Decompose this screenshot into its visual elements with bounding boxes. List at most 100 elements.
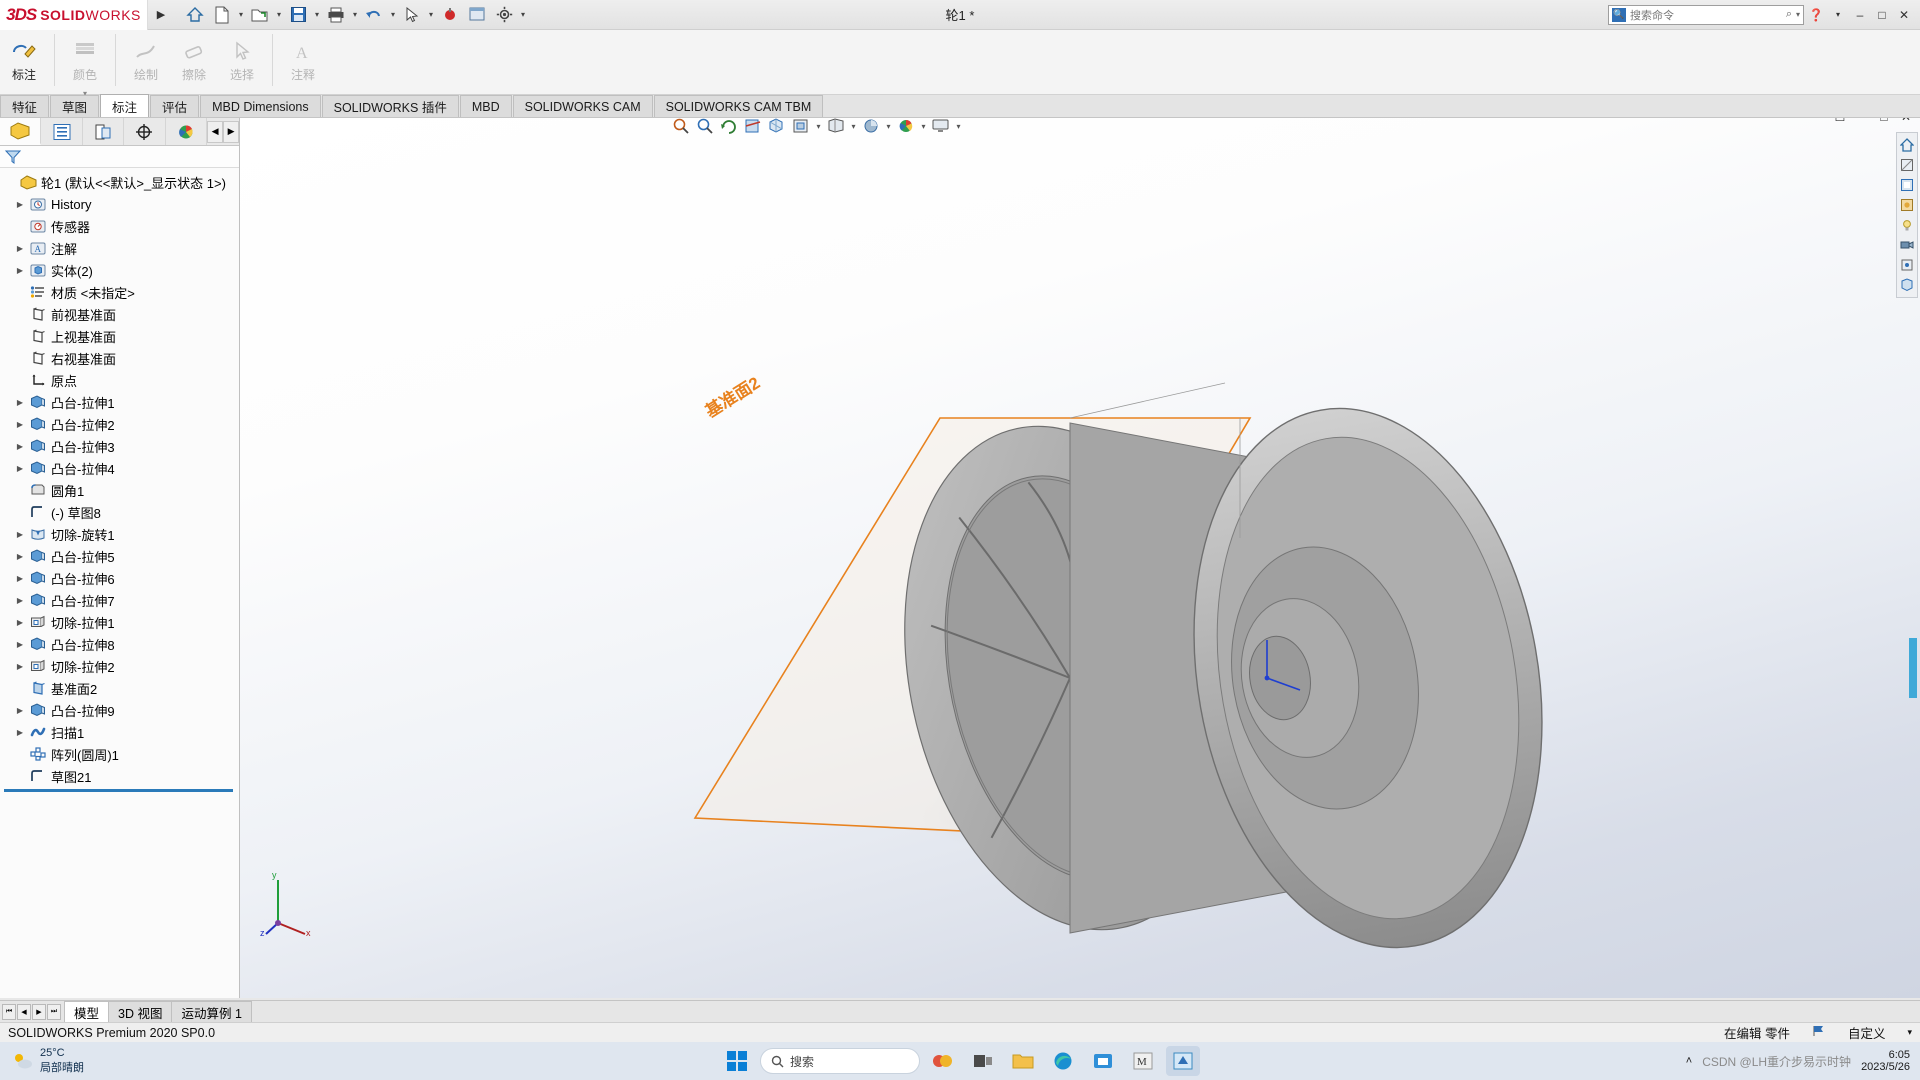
tree-cut-revolve-1-arrow[interactable]: ▶ — [12, 530, 28, 539]
tab-nav-first[interactable]: ⏮ — [2, 1004, 16, 1020]
solidworks-logo[interactable]: 3DS SOLID WORKS — [0, 0, 148, 30]
ribbon-item-erase[interactable]: 擦除 — [170, 34, 218, 82]
tab-solidworks-cam[interactable]: SOLIDWORKS CAM — [513, 95, 653, 117]
tree-fillet-1[interactable]: 圆角1 — [2, 479, 239, 501]
tree-material[interactable]: 材质 <未指定> — [2, 281, 239, 303]
taskbar-search-box[interactable]: 搜索 — [760, 1048, 920, 1074]
rebuild-icon[interactable] — [437, 2, 463, 28]
tree-solid-bodies[interactable]: ▶ 实体(2) — [2, 259, 239, 281]
command-search-box[interactable]: 🔍 搜索命令 ⌕ ▾ — [1608, 5, 1804, 25]
undo-dropdown[interactable]: ▾ — [388, 10, 398, 19]
tab-features[interactable]: 特征 — [0, 95, 49, 117]
display-manager-tab[interactable] — [166, 118, 207, 145]
tree-solid-bodies-arrow[interactable]: ▶ — [12, 266, 28, 275]
select-cursor-dropdown[interactable]: ▾ — [426, 10, 436, 19]
tree-boss-extrude-3-arrow[interactable]: ▶ — [12, 442, 28, 451]
tab-evaluate[interactable]: 评估 — [150, 95, 199, 117]
display-grid-icon[interactable] — [464, 2, 490, 28]
tree-boss-extrude-5[interactable]: ▶ 凸台-拉伸5 — [2, 545, 239, 567]
feature-manager-tab[interactable] — [0, 118, 41, 145]
tree-cut-revolve-1[interactable]: ▶ 切除-旋转1 — [2, 523, 239, 545]
dimxpert-manager-tab[interactable] — [124, 118, 165, 145]
tree-sketch-8[interactable]: (-) 草图8 — [2, 501, 239, 523]
tree-boss-extrude-9[interactable]: ▶ 凸台-拉伸9 — [2, 699, 239, 721]
tree-boss-extrude-8-arrow[interactable]: ▶ — [12, 640, 28, 649]
bottom-tab-model[interactable]: 模型 — [64, 1001, 109, 1022]
tree-top-plane[interactable]: 上视基准面 — [2, 325, 239, 347]
help-icon[interactable]: ❓ — [1806, 5, 1826, 25]
options-gear-icon[interactable] — [491, 2, 517, 28]
menu-expand-arrow[interactable]: ▶ — [148, 8, 174, 21]
tab-nav-next[interactable]: ▶ — [32, 1004, 46, 1020]
tree-boss-extrude-6[interactable]: ▶ 凸台-拉伸6 — [2, 567, 239, 589]
close-button[interactable]: ✕ — [1894, 5, 1914, 25]
tree-right-plane[interactable]: 右视基准面 — [2, 347, 239, 369]
home-icon[interactable] — [182, 2, 208, 28]
save-dropdown[interactable]: ▾ — [312, 10, 322, 19]
graphics-area[interactable]: ▾ ▾ ▾ ▾ ▾ ☐ ─ □ ✕ — [240, 118, 1920, 998]
tree-cut-extrude-1[interactable]: ▶ 切除-拉伸1 — [2, 611, 239, 633]
status-units-caret[interactable]: ▾ — [1907, 1027, 1912, 1038]
tree-boss-extrude-3[interactable]: ▶ 凸台-拉伸3 — [2, 435, 239, 457]
tree-circular-pattern-1[interactable]: 阵列(圆周)1 — [2, 743, 239, 765]
tree-sweep-1-arrow[interactable]: ▶ — [12, 728, 28, 737]
tree-annotations-arrow[interactable]: ▶ — [12, 244, 28, 253]
ribbon-item-draw[interactable]: 绘制 — [122, 34, 170, 82]
maximize-button[interactable]: □ — [1872, 5, 1892, 25]
taskbar-task-view[interactable] — [966, 1046, 1000, 1076]
taskbar-windows-start[interactable] — [720, 1046, 754, 1076]
tree-boss-extrude-1[interactable]: ▶ 凸台-拉伸1 — [2, 391, 239, 413]
new-document-dropdown[interactable]: ▾ — [236, 10, 246, 19]
taskbar-app-m[interactable]: M — [1126, 1046, 1160, 1076]
ribbon-item-note[interactable]: A 注释 — [279, 34, 327, 82]
tab-sketch[interactable]: 草图 — [50, 95, 99, 117]
taskbar-file-explorer[interactable] — [1006, 1046, 1040, 1076]
tray-expand-caret[interactable]: ˄ — [1686, 1055, 1692, 1067]
tab-markup[interactable]: 标注 — [100, 94, 149, 117]
options-dropdown[interactable]: ▾ — [518, 10, 528, 19]
feature-tree[interactable]: 轮1 (默认<<默认>_显示状态 1>) ▶ History 传感器 ▶ — [0, 168, 239, 994]
open-document-dropdown[interactable]: ▾ — [274, 10, 284, 19]
tab-nav-last[interactable]: ⏭ — [47, 1004, 61, 1020]
tree-cut-extrude-2[interactable]: ▶ 切除-拉伸2 — [2, 655, 239, 677]
taskbar-edge-browser[interactable] — [1046, 1046, 1080, 1076]
undo-icon[interactable] — [361, 2, 387, 28]
open-document-icon[interactable] — [247, 2, 273, 28]
tree-boss-extrude-6-arrow[interactable]: ▶ — [12, 574, 28, 583]
tree-root[interactable]: 轮1 (默认<<默认>_显示状态 1>) — [2, 171, 239, 193]
panel-nav-next[interactable]: ▶ — [223, 121, 239, 143]
tab-mbd[interactable]: MBD — [460, 95, 512, 117]
tree-cut-extrude-1-arrow[interactable]: ▶ — [12, 618, 28, 627]
tree-boss-extrude-5-arrow[interactable]: ▶ — [12, 552, 28, 561]
search-magnifier-icon[interactable]: ⌕ — [1786, 8, 1792, 21]
tree-sketch-21[interactable]: 草图21 — [2, 765, 239, 787]
bottom-tab-3d-views[interactable]: 3D 视图 — [108, 1001, 172, 1022]
ribbon-item-select[interactable]: 选择 — [218, 34, 266, 82]
rollback-bar[interactable] — [4, 789, 233, 792]
search-dropdown-icon[interactable]: ▾ — [1796, 10, 1800, 19]
property-manager-tab[interactable] — [41, 118, 82, 145]
tree-boss-extrude-2-arrow[interactable]: ▶ — [12, 420, 28, 429]
tab-solidworks-addins[interactable]: SOLIDWORKS 插件 — [322, 95, 459, 117]
save-icon[interactable] — [285, 2, 311, 28]
tree-boss-extrude-2[interactable]: ▶ 凸台-拉伸2 — [2, 413, 239, 435]
new-document-icon[interactable] — [209, 2, 235, 28]
print-icon[interactable] — [323, 2, 349, 28]
tree-boss-extrude-7[interactable]: ▶ 凸台-拉伸7 — [2, 589, 239, 611]
tab-solidworks-cam-tbm[interactable]: SOLIDWORKS CAM TBM — [654, 95, 824, 117]
tree-boss-extrude-7-arrow[interactable]: ▶ — [12, 596, 28, 605]
tree-history[interactable]: ▶ History — [2, 193, 239, 215]
panel-nav-prev[interactable]: ◀ — [207, 121, 223, 143]
tree-boss-extrude-4-arrow[interactable]: ▶ — [12, 464, 28, 473]
bottom-tab-motion-study[interactable]: 运动算例 1 — [171, 1001, 251, 1022]
status-units[interactable]: 自定义 — [1848, 1023, 1886, 1042]
select-cursor-icon[interactable] — [399, 2, 425, 28]
tree-sweep-1[interactable]: ▶ 扫描1 — [2, 721, 239, 743]
tree-sensors[interactable]: 传感器 — [2, 215, 239, 237]
configuration-manager-tab[interactable] — [83, 118, 124, 145]
taskbar-widgets[interactable] — [926, 1046, 960, 1076]
taskbar-solidworks[interactable] — [1166, 1046, 1200, 1076]
tab-nav-prev[interactable]: ◀ — [17, 1004, 31, 1020]
tree-boss-extrude-1-arrow[interactable]: ▶ — [12, 398, 28, 407]
tree-filter-row[interactable] — [0, 146, 239, 168]
